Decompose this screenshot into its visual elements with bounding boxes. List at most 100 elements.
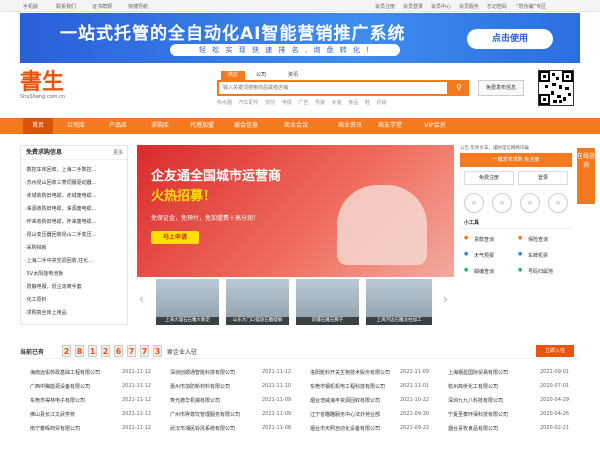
tool-item[interactable]: 货款查询 [474, 236, 494, 243]
list-item[interactable]: ·化工原料 [25, 296, 125, 303]
main-nav: 首页 公司库 产品库 求购库 代理加盟 展会信息 商业会议 商业资讯 商友学堂 … [0, 118, 600, 134]
company-name[interactable]: 惠州市加防新材料有限公司 [170, 383, 258, 390]
company-name[interactable]: 上海钢盈国际贸易有限公司 [448, 369, 534, 376]
company-name[interactable]: 海南远佑劳政基础工程有限公司 [30, 369, 120, 376]
banner-use-button[interactable]: 点击使用 [467, 29, 553, 49]
mobile-link[interactable]: 手机版 [23, 3, 38, 10]
contact-link[interactable]: 联系我们 [56, 3, 76, 10]
tool-item[interactable]: 车牌机票 [528, 252, 548, 259]
login-button[interactable]: 登录 [518, 171, 568, 185]
company-name[interactable]: 杭州高侨化工有限公司 [448, 383, 534, 390]
nav-meetings[interactable]: 商业会议 [271, 118, 321, 134]
company-name[interactable]: 寿光德华机械有限公司 [170, 397, 258, 404]
search-tab-news[interactable]: 资讯 [281, 71, 305, 80]
nav-vip[interactable]: VIP会员 [413, 118, 457, 134]
carousel-image[interactable]: 山东大门口摆放石雕貔貅 [226, 279, 289, 325]
company-name[interactable]: 广州市骅尊饮管理服务有限公司 [170, 411, 258, 418]
site-logo[interactable]: 書生 ShuSheng.com.cn [20, 70, 80, 106]
list-item[interactable]: ·5V太阳能电池板 [25, 270, 125, 277]
list-item[interactable]: ·数控车床回收，上海二手数控... [25, 166, 125, 173]
hero-ad[interactable]: 企友通全国城市运营商 火热招募！ 免保证金，免预付，免加盟费＋高分润！ 马上申请 [137, 145, 454, 277]
company-name[interactable]: 烟台浩威海丰资源回收有限公司 [310, 397, 398, 404]
hot-keyword[interactable]: 男装 [315, 100, 325, 106]
ad-banner[interactable]: 一站式托管的全自动化AI智能营销推广系统 轻 松 实 现 快 速 排 名 , 询… [20, 13, 580, 63]
list-item[interactable]: ·赤城收购旧电缆，赤城废电缆... [25, 192, 125, 199]
tool-item[interactable]: 保险查询 [528, 236, 548, 243]
carousel-image[interactable]: 新疆石雕石狮子 [296, 279, 359, 325]
member-service-link[interactable]: 会员服务 [459, 3, 479, 10]
hero-apply-button[interactable]: 马上申请 [151, 231, 199, 244]
hot-keyword[interactable]: 食品 [348, 100, 358, 106]
carousel-next-icon[interactable]: › [443, 292, 448, 306]
tool-item[interactable]: 邮编查询 [474, 268, 494, 275]
carousel-image[interactable]: 上海河边石雕龙柱加工 [366, 279, 432, 325]
hot-keyword[interactable]: 安防 [265, 100, 275, 106]
list-item[interactable]: ·怀来收购旧电缆，怀来废电缆... [25, 218, 125, 225]
search-input[interactable] [219, 82, 409, 94]
hot-keyword[interactable]: 汽车配件 [239, 100, 259, 106]
company-name[interactable]: 烟台喜牧食品有限公司 [448, 425, 534, 432]
nav-news[interactable]: 商业资讯 [325, 118, 375, 134]
login-link[interactable]: 会员登录 [403, 3, 423, 10]
join-button[interactable]: 立即入住 [536, 345, 574, 357]
nav-school[interactable]: 商友学堂 [372, 118, 408, 134]
online-consult-button[interactable]: 在线咨询 [577, 148, 595, 204]
company-name[interactable]: 深圳创顺通智能科技有限公司 [170, 369, 258, 376]
tool-item[interactable]: 号码归属地 [528, 268, 553, 275]
nav-franchise[interactable]: 代理加盟 [183, 118, 221, 134]
list-item[interactable]: ·求购真丝床上用品 [25, 309, 125, 316]
nav-home[interactable]: 首页 [23, 118, 53, 134]
register-button[interactable]: 免费注册 [464, 171, 514, 185]
hot-keyword[interactable]: 鞋 [365, 100, 370, 106]
company-name[interactable]: 宁夏圣泰环保科技有限公司 [448, 411, 534, 418]
list-item[interactable]: ·苏州昆山回收三菱伺服驱动器... [25, 179, 125, 186]
hot-keyword[interactable]: 女装 [332, 100, 342, 106]
forgot-password-link[interactable]: 忘记密码 [487, 3, 507, 10]
company-name[interactable]: 深圳九九八科技有限公司 [448, 397, 534, 404]
anti-fraud-link[interactable]: “防伪骗”专区 [516, 3, 546, 10]
company-name[interactable]: 烟台市天照自动化设备有限公司 [310, 425, 398, 432]
counter-suffix: 家企业入驻 [167, 349, 198, 356]
register-link[interactable]: 会员注册 [375, 3, 395, 10]
tool-item[interactable]: 天气预报 [474, 252, 494, 259]
carousel-image[interactable]: 上海大理石石雕大象定 [156, 279, 219, 325]
nav-products[interactable]: 产品库 [99, 118, 137, 134]
company-name[interactable]: 东莞市钢机机电工程科技有限公司 [310, 383, 398, 390]
service-circle-icon[interactable]: ◎ [492, 193, 512, 213]
search-tab-supply[interactable]: 供应 [221, 71, 245, 80]
publish-info-button[interactable]: 免费发布信息 [478, 80, 524, 96]
purchase-more-link[interactable]: 更多 [113, 149, 123, 156]
hot-keyword[interactable]: 电缆 [282, 100, 292, 106]
nav-purchase[interactable]: 求购库 [141, 118, 179, 134]
list-item[interactable]: ·上海二手中央空调回收,住化... [25, 257, 125, 264]
divider [460, 228, 572, 229]
hot-keyword[interactable]: 机械 [376, 100, 386, 106]
member-center-link[interactable]: 会员中心 [431, 3, 451, 10]
list-item[interactable]: ·防静电服，低尘凉爽手套 [25, 283, 125, 290]
company-name[interactable]: 南宁春晖商贸有限公司 [30, 425, 120, 432]
service-circle-icon[interactable]: ◎ [464, 193, 484, 213]
search-icon[interactable]: ⚲ [449, 80, 469, 96]
nav-companies[interactable]: 公司库 [57, 118, 95, 134]
service-circle-icon[interactable]: ◎ [548, 193, 568, 213]
quick-publish-button[interactable]: 一键发布求购 免注册 [460, 153, 572, 167]
hot-keyword[interactable]: 热水器 [217, 100, 232, 106]
company-name[interactable]: 广西中胸能源设备有限公司 [30, 383, 120, 390]
company-name[interactable]: 东莞市得林电子有限公司 [30, 397, 120, 404]
company-name[interactable]: 武汉市湘民铃风系统有限公司 [170, 425, 258, 432]
carousel-prev-icon[interactable]: ‹ [139, 292, 144, 306]
list-item[interactable]: ·采购锌板 [25, 244, 125, 251]
company-name[interactable]: 佛山县长江文武学校 [30, 411, 120, 418]
hot-keyword[interactable]: 广告 [298, 100, 308, 106]
notice-text[interactable]: 公告 年终岁末，谨防电信网络诈骗 [460, 145, 529, 151]
list-item[interactable]: ·昆山变压器回收昆山二手变压... [25, 231, 125, 238]
company-name[interactable]: 辽宁省瞄瞄服务中心法外劳业部 [310, 411, 398, 418]
company-date: 2020-04-26 [540, 411, 570, 417]
search-tab-company[interactable]: 公司 [249, 71, 273, 80]
service-circle-icon[interactable]: ◎ [520, 193, 540, 213]
company-name[interactable]: 洛阳乾科开关生物技术股份有限公司 [310, 369, 398, 376]
cert-link[interactable]: 证书荫铜 [92, 3, 112, 10]
list-item[interactable]: ·涞源收购旧电缆，涞源废电缆... [25, 205, 125, 212]
nav-exhibitions[interactable]: 展会信息 [225, 118, 267, 134]
quick-nav-link[interactable]: 快捷导航 [128, 3, 148, 10]
